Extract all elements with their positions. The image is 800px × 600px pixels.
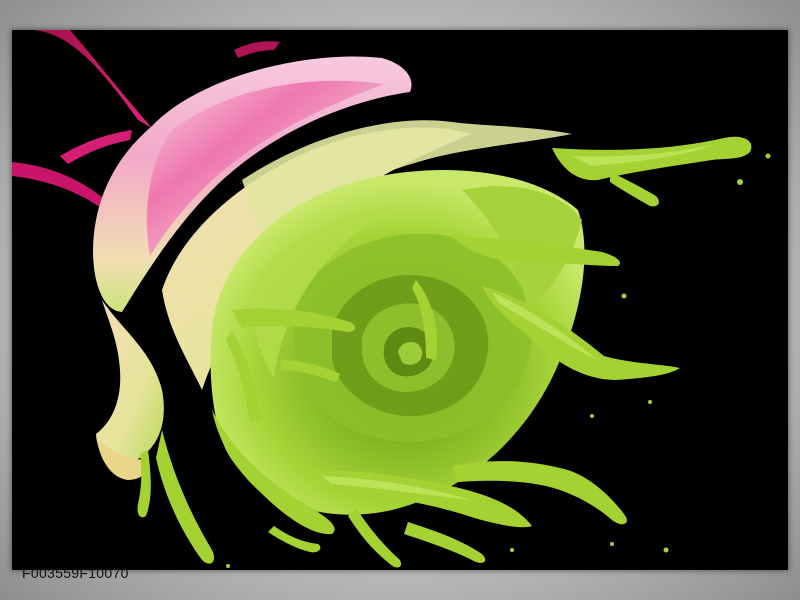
rose-illustration [12, 30, 771, 568]
canvas-print-frame: F003559F10070 [0, 0, 800, 600]
product-code-label: F003559F10070 [22, 565, 129, 581]
rose-photo [12, 30, 788, 570]
